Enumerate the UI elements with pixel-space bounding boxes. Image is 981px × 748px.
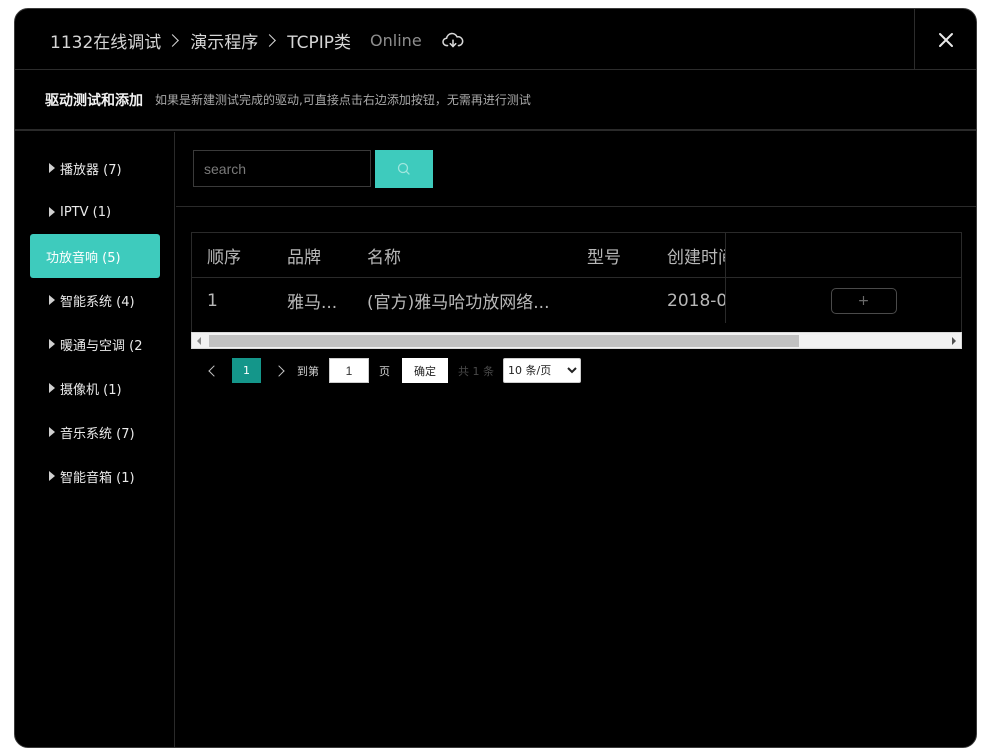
chevron-right-icon bbox=[166, 34, 180, 47]
column-header-model: 型号 bbox=[587, 247, 621, 268]
sidebar-item-camera[interactable]: 摄像机 (1) bbox=[30, 366, 160, 410]
caret-right-icon bbox=[49, 295, 55, 305]
close-icon bbox=[938, 32, 953, 47]
page-size-select[interactable]: 10 条/页 bbox=[503, 358, 581, 383]
breadcrumb-item-2[interactable]: 演示程序 bbox=[190, 28, 258, 53]
goto-page-input[interactable] bbox=[329, 358, 369, 383]
cell-name-text: (官方)雅马哈功放网络... bbox=[367, 293, 550, 313]
caret-right-icon bbox=[49, 471, 55, 481]
page-unit-label: 页 bbox=[379, 364, 390, 378]
sidebar-item-label: 摄像机 (1) bbox=[60, 382, 122, 398]
goto-label: 到第 bbox=[297, 364, 319, 378]
sidebar-item-label: 智能系统 (4) bbox=[60, 294, 135, 310]
search-icon bbox=[397, 162, 410, 175]
sidebar-item-iptv[interactable]: IPTV (1) bbox=[30, 190, 160, 234]
scroll-left-icon[interactable] bbox=[197, 337, 201, 345]
cell-brand: 雅马... bbox=[287, 293, 338, 313]
breadcrumb-item-1[interactable]: 1132在线调试 bbox=[50, 28, 161, 53]
column-header-action bbox=[726, 233, 961, 277]
section-hint: 如果是新建测试完成的驱动,可直接点击右边添加按钮，无需再进行测试 bbox=[155, 93, 531, 107]
cell-action: + bbox=[726, 278, 961, 323]
prev-page-icon[interactable] bbox=[208, 364, 220, 377]
scroll-right-icon[interactable] bbox=[952, 337, 956, 345]
column-header-name: 名称 bbox=[367, 247, 401, 268]
scrollbar-thumb[interactable] bbox=[209, 335, 799, 347]
caret-right-icon bbox=[49, 383, 55, 393]
caret-right-icon bbox=[49, 207, 55, 217]
connection-status: Online bbox=[370, 31, 422, 50]
sidebar-item-hvac[interactable]: 暖通与空调 (2 bbox=[30, 322, 160, 366]
sidebar-item-smart-speaker[interactable]: 智能音箱 (1) bbox=[30, 454, 160, 498]
cloud-sync-icon[interactable] bbox=[441, 31, 464, 51]
driver-test-modal: 1132在线调试 演示程序 TCPIP类 Online 驱动测试和添加 如果是新… bbox=[14, 8, 977, 748]
chevron-right-icon bbox=[263, 34, 277, 47]
sidebar-item-label: 音乐系统 (7) bbox=[60, 426, 135, 442]
cell-order: 1 bbox=[207, 290, 218, 311]
sidebar-item-smart-system[interactable]: 智能系统 (4) bbox=[30, 278, 160, 322]
modal-header: 1132在线调试 演示程序 TCPIP类 Online bbox=[15, 9, 976, 70]
cell-created: 2018-03- bbox=[652, 278, 726, 323]
sidebar-item-amplifier[interactable]: 功放音响 (5) bbox=[30, 234, 160, 278]
sidebar-item-label: 暖通与空调 (2 bbox=[60, 338, 143, 354]
sidebar-item-player[interactable]: 播放器 (7) bbox=[30, 146, 160, 190]
driver-table: 顺序 品牌 名称 型号 创建时间 1 雅马... (官方)雅马哈功放网络... … bbox=[191, 232, 962, 342]
caret-right-icon bbox=[49, 163, 55, 173]
total-count: 共 1 条 bbox=[458, 364, 494, 378]
caret-right-icon bbox=[49, 427, 55, 437]
next-page-icon[interactable] bbox=[273, 364, 285, 377]
cell-model bbox=[572, 278, 652, 323]
horizontal-scrollbar[interactable] bbox=[191, 332, 962, 349]
sidebar-item-label: 播放器 (7) bbox=[60, 162, 122, 178]
add-driver-button[interactable]: + bbox=[830, 287, 897, 314]
sidebar-item-label: 功放音响 (5) bbox=[46, 250, 121, 266]
column-header-order: 顺序 bbox=[207, 247, 241, 268]
table-header: 顺序 品牌 名称 型号 创建时间 bbox=[192, 233, 961, 278]
search-input[interactable] bbox=[193, 150, 371, 187]
cell-name: (官方)雅马哈功放网络... bbox=[352, 278, 572, 323]
category-sidebar: 播放器 (7) IPTV (1) 功放音响 (5) 智能系统 (4) 暖通与空调… bbox=[15, 132, 175, 747]
column-header-brand: 品牌 bbox=[287, 247, 321, 268]
section-header: 驱动测试和添加 如果是新建测试完成的驱动,可直接点击右边添加按钮，无需再进行测试 bbox=[15, 70, 976, 131]
confirm-goto-button[interactable]: 确定 bbox=[402, 358, 448, 383]
sidebar-item-music-system[interactable]: 音乐系统 (7) bbox=[30, 410, 160, 454]
breadcrumb: 1132在线调试 演示程序 TCPIP类 Online bbox=[50, 28, 464, 53]
pagination: 1 到第 页 确定 共 1 条 10 条/页 bbox=[206, 358, 581, 383]
close-button[interactable] bbox=[914, 9, 976, 70]
page-number-current[interactable]: 1 bbox=[232, 358, 261, 383]
search-button[interactable] bbox=[375, 150, 433, 188]
main-content: 顺序 品牌 名称 型号 创建时间 1 雅马... (官方)雅马哈功放网络... … bbox=[176, 132, 976, 747]
breadcrumb-item-3[interactable]: TCPIP类 bbox=[287, 28, 351, 53]
sidebar-item-label: IPTV (1) bbox=[60, 204, 112, 220]
column-header-created: 创建时间 bbox=[652, 233, 726, 277]
caret-right-icon bbox=[49, 339, 55, 349]
sidebar-item-label: 智能音箱 (1) bbox=[60, 470, 135, 486]
table-row[interactable]: 1 雅马... (官方)雅马哈功放网络... 2018-03- + bbox=[192, 278, 961, 323]
search-bar bbox=[193, 150, 433, 188]
section-title: 驱动测试和添加 bbox=[45, 92, 143, 109]
divider bbox=[176, 206, 976, 207]
